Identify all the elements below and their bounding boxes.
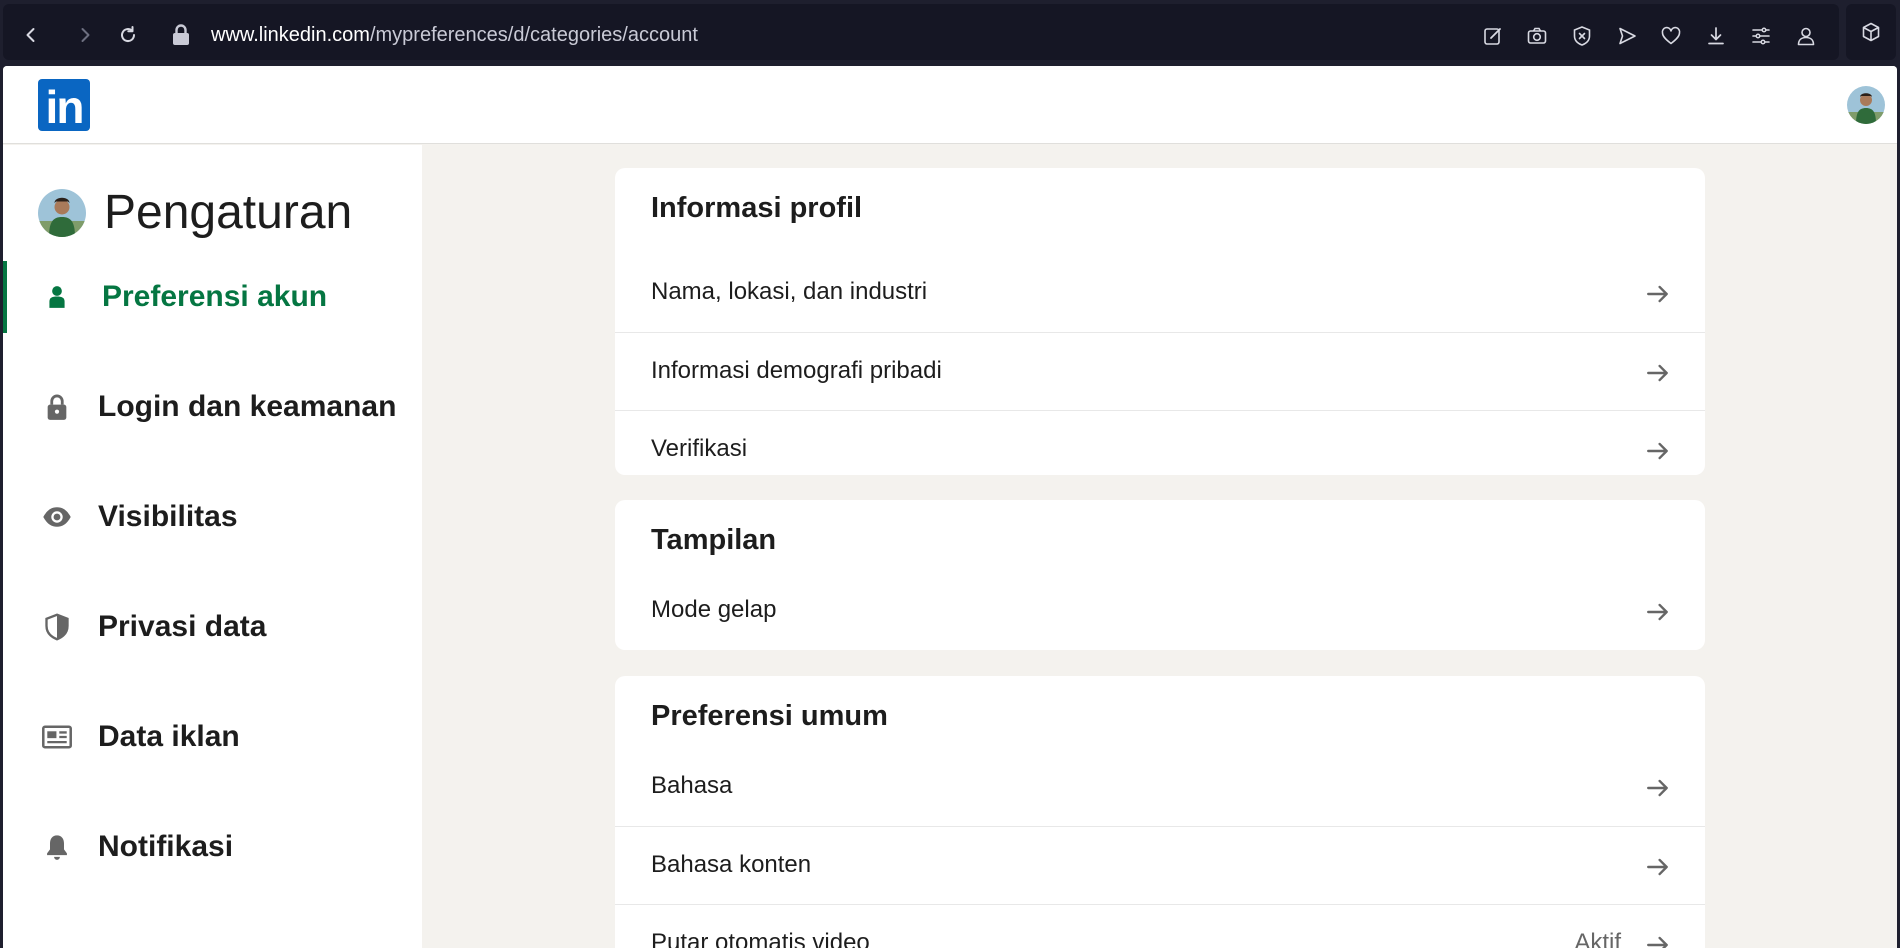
heart-icon [1661,26,1681,45]
sidebar-item-label: Notifikasi [98,830,234,863]
profile-info-card: Informasi profil Nama, lokasi, dan indus… [615,168,1705,475]
arrow-right-icon [1647,364,1668,382]
block-icon [1573,26,1591,46]
arrow-right-icon [1647,442,1668,460]
ad-data-icon [41,721,73,753]
download-icon [1708,27,1724,45]
settings-row-name-location[interactable]: Nama, lokasi, dan industri [615,254,1705,332]
edit-icon [1484,28,1501,45]
address-bar-area: www.linkedin.com/mypreferences/d/categor… [3,4,1839,60]
row-label: Nama, lokasi, dan industri [651,278,928,305]
edit-page-button[interactable] [1479,22,1507,50]
person-icon [41,281,73,313]
profile-photo-icon [1847,86,1885,124]
sidebar-item-notifications[interactable]: Notifikasi [3,811,422,883]
arrow-right-icon [1647,936,1668,948]
back-button[interactable] [16,20,46,50]
linkedin-logo[interactable]: in [38,79,90,133]
lock-icon [41,391,73,423]
url-path: /mypreferences/d/categories/account [369,24,698,46]
page-title: Pengaturan [104,186,353,239]
avatar[interactable] [1847,86,1885,124]
cube-icon [1862,22,1880,42]
settings-row-demographics[interactable]: Informasi demografi pribadi [615,332,1705,410]
sidebar-item-label: Privasi data [98,610,267,643]
user-icon [1797,27,1815,46]
sidebar-item-login-security[interactable]: Login dan keamanan [3,371,422,443]
arrow-right-icon [1647,603,1668,621]
settings-row-language[interactable]: Bahasa [615,748,1705,826]
row-label: Bahasa [651,772,733,799]
easy-setup-button[interactable] [1747,22,1775,50]
send-icon [1619,27,1636,45]
url-host: www.linkedin.com [211,24,370,46]
row-label: Informasi demografi pribadi [651,357,942,384]
bell-icon [41,831,73,863]
browser-chrome: www.linkedin.com/mypreferences/d/categor… [0,0,1900,64]
sidebar-item-label: Data iklan [98,720,240,753]
sliders-icon [1752,27,1770,45]
chevron-right-icon [81,28,90,42]
row-label: Verifikasi [651,435,748,462]
arrow-right-icon [1647,285,1668,303]
section-title: Informasi profil [651,192,863,224]
snapshot-button[interactable] [1523,22,1551,50]
settings-header: Pengaturan [38,185,352,240]
adblock-button[interactable] [1568,22,1596,50]
favorites-button[interactable] [1657,22,1685,50]
display-card: Tampilan Mode gelap [615,500,1705,650]
avatar [38,188,86,237]
sidebar-item-data-privacy[interactable]: Privasi data [3,591,422,663]
settings-row-content-language[interactable]: Bahasa konten [615,826,1705,904]
sidebar-item-account-preferences[interactable]: Preferensi akun [3,261,422,333]
chevron-left-icon [26,28,35,42]
sidebar-item-label: Login dan keamanan [98,390,397,423]
row-label: Putar otomatis video [651,929,870,948]
camera-icon [1527,27,1547,44]
sidebar-item-label: Visibilitas [98,500,238,533]
settings-row-verification[interactable]: Verifikasi [615,410,1705,475]
send-button[interactable] [1613,22,1641,50]
shield-icon [41,611,73,643]
sidebar-item-label: Preferensi akun [102,280,328,313]
settings-sidebar: Pengaturan Preferensi akun Login dan kea… [3,145,422,948]
row-value: Aktif [1574,929,1621,948]
reload-icon [121,26,136,43]
url-field[interactable]: www.linkedin.com/mypreferences/d/categor… [211,24,698,47]
downloads-button[interactable] [1702,22,1730,50]
lock-icon [173,24,189,45]
linkedin-page: in Pengaturan Preferensi akun Login dan … [3,66,1897,948]
arrow-right-icon [1647,858,1668,876]
arrow-right-icon [1647,779,1668,797]
forward-button[interactable] [70,20,100,50]
row-label: Bahasa konten [651,851,812,878]
eye-icon [41,501,73,533]
reload-button[interactable] [113,20,143,50]
section-title: Tampilan [651,524,777,556]
settings-row-autoplay-video[interactable]: Putar otomatis video Aktif [615,904,1705,948]
profile-photo-icon [38,188,86,237]
settings-row-dark-mode[interactable]: Mode gelap [615,572,1705,650]
row-label: Mode gelap [651,596,777,623]
sidebar-item-ad-data[interactable]: Data iklan [3,701,422,773]
profile-button[interactable] [1792,22,1820,50]
sidebar-item-visibility[interactable]: Visibilitas [3,481,422,553]
extensions-button[interactable] [1846,4,1896,60]
general-preferences-card: Preferensi umum Bahasa Bahasa konten Put… [615,676,1705,948]
section-title: Preferensi umum [651,700,888,732]
top-navigation-bar: in [3,66,1897,144]
